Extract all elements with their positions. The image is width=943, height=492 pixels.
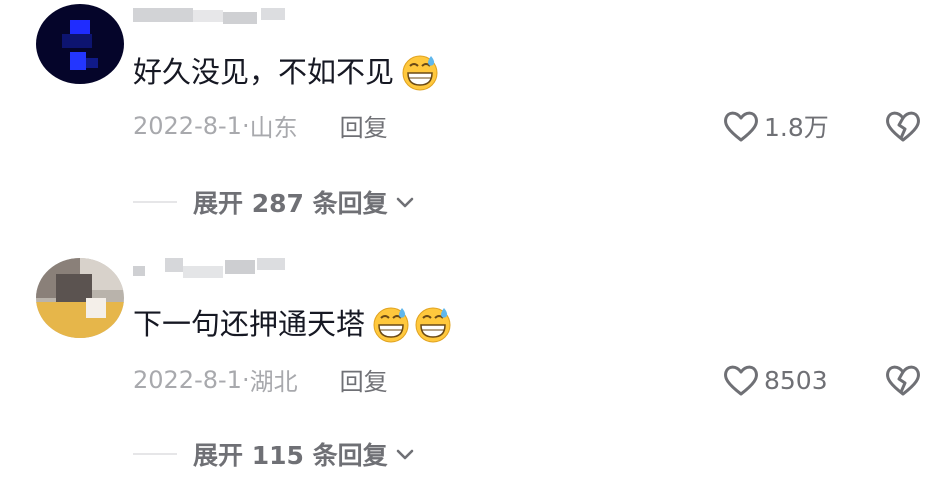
grinning-sweat-face-icon — [373, 307, 409, 343]
grinning-sweat-face-icon — [402, 55, 438, 91]
broken-heart-icon — [886, 111, 920, 142]
avatar-pixel — [86, 58, 98, 68]
comment-text: 下一句还押通天塔 — [133, 307, 366, 341]
expand-replies-label: 展开 287 条回复 — [193, 189, 388, 218]
comment-date: 2022-8-1· — [133, 111, 250, 140]
comment-location: 山东 — [249, 114, 298, 142]
username-blurred[interactable] — [133, 258, 293, 280]
comment-item: 下一句还押通天塔 2022-8-1· 湖北 回复 8503 展开 115 条回复 — [0, 252, 943, 492]
chevron-down-icon — [396, 197, 413, 208]
dislike-button[interactable] — [884, 362, 922, 398]
broken-heart-icon — [886, 365, 920, 396]
comment-text-row: 好久没见，不如不见 — [133, 52, 440, 92]
avatar[interactable] — [36, 258, 124, 338]
avatar-pixel — [70, 52, 86, 70]
reply-button[interactable]: 回复 — [340, 108, 388, 143]
dislike-button[interactable] — [884, 108, 922, 144]
comment-text: 好久没见，不如不见 — [133, 55, 395, 89]
comment-item: 好久没见，不如不见 2022-8-1· 山东 回复 1.8万 展开 287 条回… — [0, 0, 943, 240]
grinning-sweat-face-icon — [415, 307, 451, 343]
reply-button[interactable]: 回复 — [340, 362, 388, 397]
heart-icon — [724, 111, 758, 142]
like-count: 1.8万 — [764, 113, 829, 142]
avatar[interactable] — [36, 4, 124, 84]
chevron-down-icon — [396, 449, 413, 460]
like-button[interactable]: 1.8万 — [722, 108, 829, 144]
like-button[interactable]: 8503 — [722, 362, 828, 398]
expand-replies-button[interactable]: 展开 287 条回复 — [133, 184, 416, 220]
divider — [133, 453, 177, 455]
avatar-pixel — [70, 20, 90, 34]
comment-meta: 2022-8-1· 湖北 回复 — [133, 362, 388, 397]
avatar-pixel — [62, 34, 92, 48]
expand-replies-button[interactable]: 展开 115 条回复 — [133, 436, 416, 472]
divider — [133, 201, 177, 203]
avatar-pixel — [36, 302, 124, 338]
avatar-pixel — [86, 298, 106, 318]
username-blurred[interactable] — [133, 8, 293, 30]
comment-meta: 2022-8-1· 山东 回复 — [133, 108, 388, 143]
comment-location: 湖北 — [249, 368, 298, 396]
comment-text-row: 下一句还押通天塔 — [133, 304, 453, 344]
like-count: 8503 — [764, 365, 828, 395]
heart-icon — [724, 365, 758, 396]
comment-date: 2022-8-1· — [133, 365, 250, 394]
expand-replies-label: 展开 115 条回复 — [193, 441, 388, 470]
